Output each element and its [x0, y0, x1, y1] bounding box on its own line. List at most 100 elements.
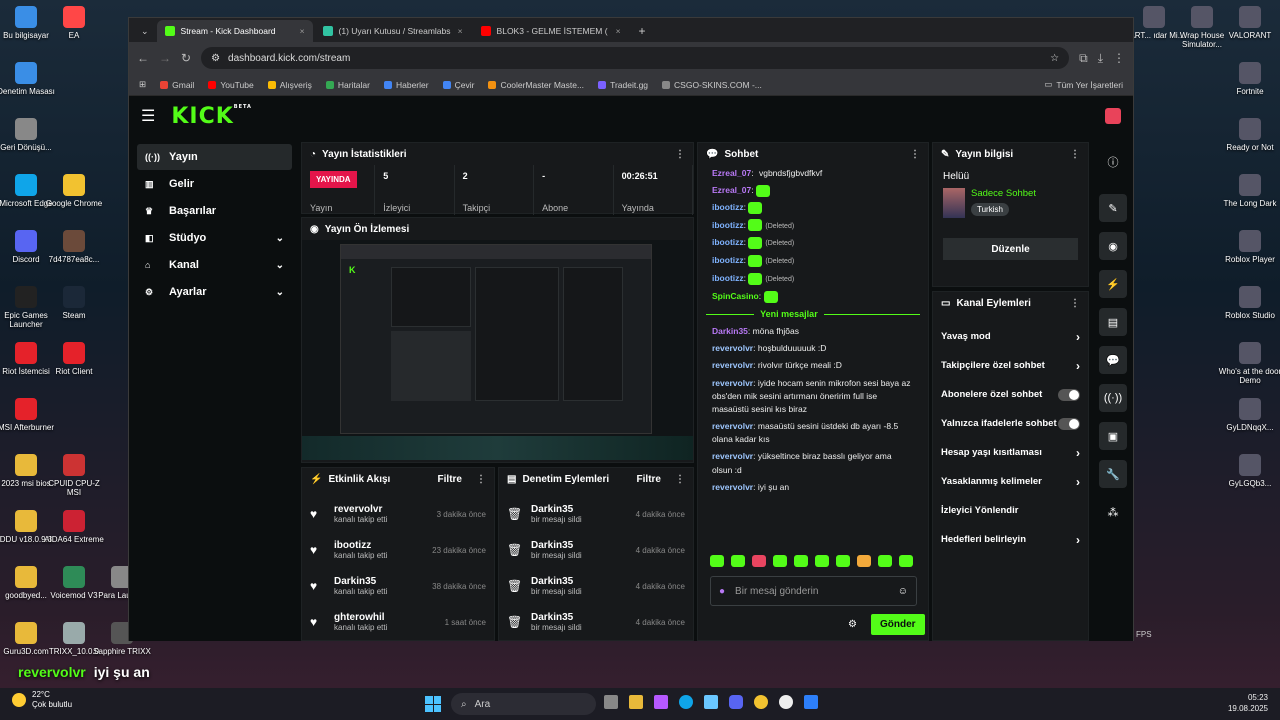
store-icon[interactable]: [804, 695, 818, 709]
list-item[interactable]: 🗑 Darkin35 bir mesajı sildi 4 dakika önce: [499, 568, 693, 604]
download-icon[interactable]: ⤓: [1098, 51, 1103, 66]
new-tab-icon[interactable]: +: [631, 24, 654, 42]
chat-settings-icon[interactable]: ⚙: [848, 619, 857, 630]
tab-search-icon[interactable]: ⌄: [135, 26, 155, 42]
desktop-icon[interactable]: The Long Dark: [1218, 174, 1280, 208]
forward-icon[interactable]: →: [159, 51, 171, 65]
bookmark-item[interactable]: Çevir: [442, 80, 474, 90]
taskbar-search[interactable]: ⌕ Ara: [451, 693, 596, 715]
desktop-icon[interactable]: Denetim Masası: [0, 62, 58, 96]
bookmark-item[interactable]: Tradeit.gg: [598, 80, 648, 90]
chat-username[interactable]: ibootizz: [712, 237, 744, 247]
chat-message[interactable]: revervolvr: iyide hocam senin mikrofon s…: [698, 375, 928, 419]
chat-username[interactable]: ibootizz: [712, 202, 744, 212]
chat-message[interactable]: SpinCasino:: [698, 288, 928, 305]
channel-action-7[interactable]: Hedefleri belirleyin ›: [933, 525, 1088, 554]
apps-icon[interactable]: ⁂: [1099, 498, 1127, 526]
sidebar-item-1[interactable]: ▥ Gelir: [137, 171, 292, 197]
discord-taskbar-icon[interactable]: [729, 695, 743, 709]
broadcast-rail-icon[interactable]: ((·)): [1099, 384, 1127, 412]
desktop-icon[interactable]: Roblox Studio: [1218, 286, 1280, 320]
site-info-icon[interactable]: ⚙: [211, 53, 220, 64]
task-view-icon[interactable]: [604, 695, 618, 709]
desktop-icon[interactable]: Steam: [42, 286, 106, 320]
sidebar-item-3[interactable]: ◧ Stüdyo ⌄: [137, 225, 292, 251]
chat-username[interactable]: Ezreal_07: [712, 185, 751, 195]
list-item[interactable]: 🗑 Darkin35 bir mesajı sildi 4 dakika önce: [499, 604, 693, 640]
desktop-icon[interactable]: Riot Client: [42, 342, 106, 376]
bookmark-item[interactable]: Haberler: [383, 80, 429, 90]
desktop-icon[interactable]: AIDA64 Extreme: [42, 510, 106, 544]
star-icon[interactable]: ☆: [1050, 53, 1059, 64]
close-tab-icon[interactable]: ×: [458, 26, 463, 36]
emoji-icon[interactable]: ☺: [898, 586, 908, 597]
channel-actions-menu-icon[interactable]: ⋮: [1070, 298, 1080, 309]
back-icon[interactable]: ←: [137, 51, 149, 65]
chat-username[interactable]: Darkin35: [712, 326, 748, 336]
chat-message[interactable]: revervolvr: iyi şu an: [698, 479, 928, 496]
close-tab-icon[interactable]: ×: [616, 26, 621, 36]
activity-menu-icon[interactable]: ⋮: [476, 474, 486, 485]
desktop-icon[interactable]: GyLGQb3...: [1218, 454, 1280, 488]
edit-icon[interactable]: ✎: [1099, 194, 1127, 222]
channel-action-3[interactable]: Yalnızca ifadelerle sohbet: [933, 409, 1088, 438]
desktop-icon[interactable]: Who's at the door Demo: [1218, 342, 1280, 385]
chat-message[interactable]: revervolvr: masaüstü sesini üstdeki db a…: [698, 418, 928, 448]
desktop-icon[interactable]: CPUID CPU-Z MSI: [42, 454, 106, 497]
desktop-icon[interactable]: VALORANT: [1218, 6, 1280, 40]
chat-username[interactable]: revervolvr: [712, 482, 753, 492]
tab-1[interactable]: (1) Uyarı Kutusu / Streamlabs ×: [315, 20, 471, 42]
bookmark-item[interactable]: YouTube: [208, 80, 254, 90]
address-bar[interactable]: ⚙ dashboard.kick.com/stream ☆: [201, 47, 1070, 69]
list-item[interactable]: ♥ Darkin35 kanalı takip etti 38 dakika önce: [302, 568, 494, 604]
chat-username[interactable]: ibootizz: [712, 273, 744, 283]
extensions-icon[interactable]: ⧉: [1079, 51, 1088, 66]
notes-icon[interactable]: ▤: [1099, 308, 1127, 336]
chat-username[interactable]: revervolvr: [712, 343, 753, 353]
start-button[interactable]: [425, 696, 441, 712]
chat-username[interactable]: ibootizz: [712, 255, 744, 265]
sidebar-item-4[interactable]: ⌂ Kanal ⌄: [137, 252, 292, 278]
weather-widget[interactable]: 22°C Çok bulutlu: [12, 690, 72, 709]
user-avatar[interactable]: [1105, 108, 1121, 124]
chat-message[interactable]: Ezreal_07: vgbndsfjgbvdfkvf: [698, 165, 928, 182]
chat-username[interactable]: revervolvr: [712, 360, 753, 370]
list-item[interactable]: ♥ revervolvr kanalı takip etti 3 dakika önc…: [302, 496, 494, 532]
emote-icon[interactable]: [752, 555, 766, 567]
info-icon[interactable]: ⓘ: [1099, 148, 1127, 176]
desktop-icon[interactable]: EA: [42, 6, 106, 40]
emote-icon[interactable]: [815, 555, 829, 567]
chat-message[interactable]: ibootizz:: [698, 199, 928, 216]
emote-icon[interactable]: [773, 555, 787, 567]
chat-username[interactable]: revervolvr: [712, 378, 753, 388]
stream-preview[interactable]: K: [302, 240, 693, 460]
obs-taskbar-icon[interactable]: [779, 695, 793, 709]
desktop-icon[interactable]: Geri Dönüşü...: [0, 118, 58, 152]
channel-action-5[interactable]: Yasaklanmış kelimeler ›: [933, 467, 1088, 496]
emote-icon[interactable]: [899, 555, 913, 567]
desktop-icon[interactable]: GyLDNqqX...: [1218, 398, 1280, 432]
desktop-icon[interactable]: 7d4787ea8c...: [42, 230, 106, 264]
list-item[interactable]: ♥ ibootizz kanalı takip etti 23 dakika önce: [302, 532, 494, 568]
emote-icon[interactable]: [794, 555, 808, 567]
sidebar-item-0[interactable]: ((·)) Yayın: [137, 144, 292, 170]
emote-icon[interactable]: [710, 555, 724, 567]
tab-0[interactable]: Stream - Kick Dashboard ×: [156, 20, 313, 42]
send-button[interactable]: Gönder: [870, 614, 925, 635]
chat-message[interactable]: Ezreal_07:: [698, 182, 928, 199]
chrome-taskbar-icon[interactable]: [754, 695, 768, 709]
chat-message[interactable]: revervolvr: hoşbulduuuuuk :D: [698, 340, 928, 357]
layout-icon[interactable]: ▣: [1099, 422, 1127, 450]
bookmark-item[interactable]: CoolerMaster Maste...: [488, 80, 584, 90]
list-item[interactable]: 🗑 Darkin35 bir mesajı sildi 4 dakika önce: [499, 496, 693, 532]
bookmark-item[interactable]: Gmail: [160, 80, 194, 90]
emote-icon[interactable]: [731, 555, 745, 567]
moderation-filter-button[interactable]: Filtre: [637, 474, 661, 485]
chat-message[interactable]: revervolvr: rivolvır türkçe meali :D: [698, 357, 928, 374]
chat-username[interactable]: revervolvr: [712, 421, 753, 431]
edge-icon[interactable]: [679, 695, 693, 709]
tab-2[interactable]: BLOK3 - GELME İSTEMEM (×: [473, 20, 629, 42]
list-item[interactable]: 🗑 Darkin35 bir mesajı sildi 4 dakika önce: [499, 532, 693, 568]
chat-message[interactable]: ibootizz: (Deleted): [698, 217, 928, 235]
desktop-icon[interactable]: MSI Afterburner: [0, 398, 58, 432]
